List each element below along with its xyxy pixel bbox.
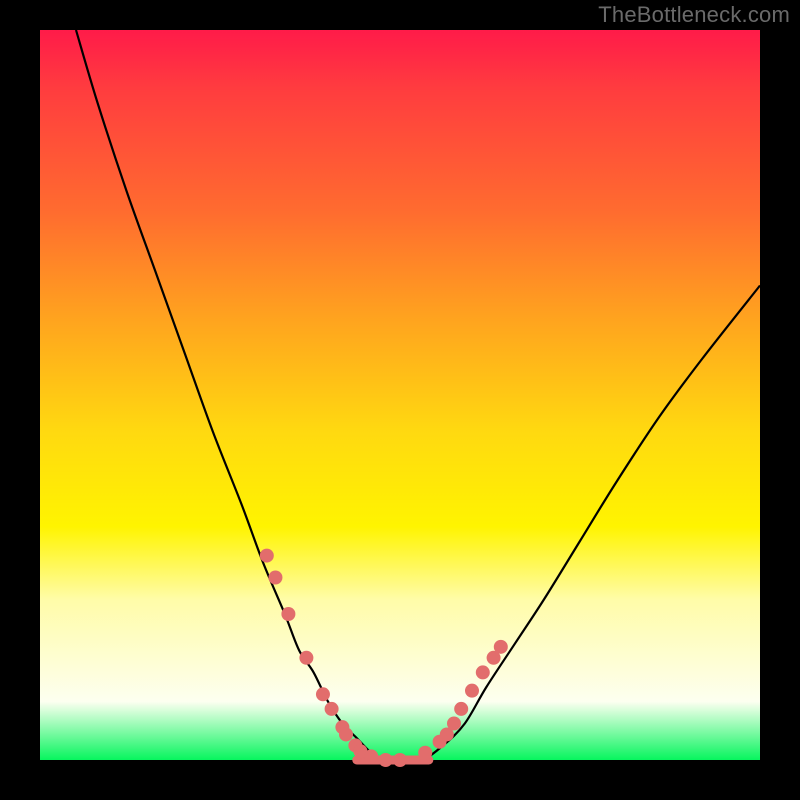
marker-dot — [476, 665, 490, 679]
marker-dot — [325, 702, 339, 716]
marker-dot — [454, 702, 468, 716]
marker-dot — [447, 717, 461, 731]
watermark-label: TheBottleneck.com — [598, 2, 790, 28]
marker-dot — [268, 571, 282, 585]
marker-dot — [299, 651, 313, 665]
chart-svg — [40, 30, 760, 760]
marker-dot — [393, 753, 407, 767]
chart-frame: TheBottleneck.com — [0, 0, 800, 800]
marker-dot — [418, 746, 432, 760]
bottleneck-curve — [76, 30, 760, 761]
marker-dot — [339, 727, 353, 741]
marker-dot — [281, 607, 295, 621]
marker-dot — [260, 549, 274, 563]
marker-dot — [465, 684, 479, 698]
marker-dot — [379, 753, 393, 767]
marker-dot — [494, 640, 508, 654]
marker-dot — [316, 687, 330, 701]
marker-group — [260, 549, 508, 767]
marker-dot — [364, 749, 378, 763]
plot-area — [40, 30, 760, 760]
